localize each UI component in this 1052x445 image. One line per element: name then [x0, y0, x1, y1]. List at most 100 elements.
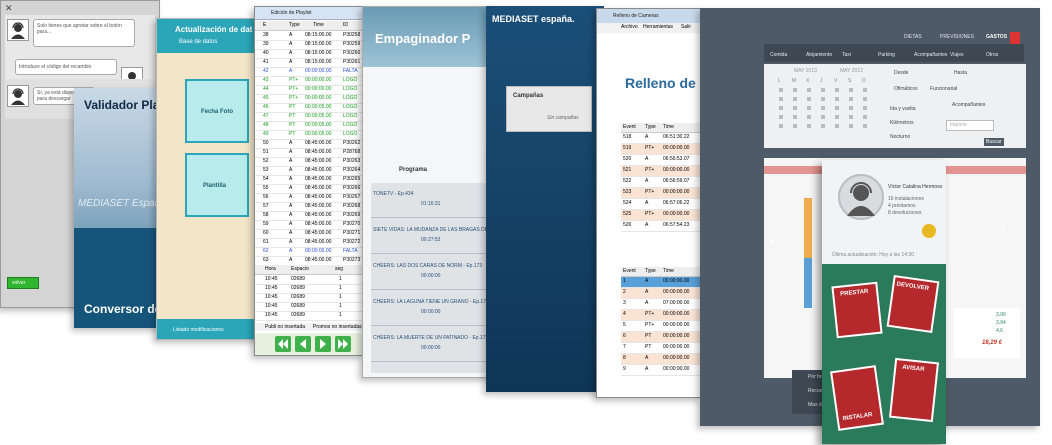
program-item[interactable]: CHEERS: LA MUERTE DE UN PATINADO - Ep.17… [371, 327, 489, 362]
link-previsiones[interactable]: PREVISIONES [940, 34, 974, 40]
importe-input[interactable]: Importe [946, 120, 994, 131]
nav-item-2[interactable]: Taxi [842, 52, 851, 58]
table-cell: 00:00:00.00 [305, 86, 332, 92]
calendar-day[interactable] [821, 106, 825, 110]
calendar-day[interactable] [835, 97, 839, 101]
table-row[interactable]: 7 PT 00:00:00.00 [621, 343, 701, 354]
table-cell: 08:45:00.00 [305, 149, 332, 155]
table-row[interactable]: 10:45 02689 1 [255, 311, 363, 321]
table-row[interactable]: 1 A 00:00:00.00 [621, 277, 701, 288]
table-row[interactable]: 523 PT+ 00:00:00.00 [621, 188, 701, 199]
plantilla-tile[interactable]: Plantilla [185, 153, 249, 217]
first-button[interactable] [275, 336, 291, 352]
table-cell: 02689 [291, 303, 305, 309]
nav-item-5[interactable]: Viajes [950, 52, 964, 58]
table-row[interactable]: 524 A 06:57:06.22 [621, 199, 701, 210]
calendar-day[interactable] [863, 115, 867, 119]
nav-item-1[interactable]: Alojamiento [806, 52, 832, 58]
link-gastos[interactable]: GASTOS [986, 34, 1007, 40]
calendar-day[interactable] [793, 124, 797, 128]
last-button[interactable] [335, 336, 351, 352]
nav-item-3[interactable]: Parking [878, 52, 895, 58]
carousel-prev-arrow[interactable]: ‹ [770, 232, 775, 250]
calendar-day[interactable] [779, 115, 783, 119]
nav-item-4[interactable]: Acompañantes [914, 52, 947, 58]
calendar-day[interactable] [821, 88, 825, 92]
calendar-day[interactable] [807, 97, 811, 101]
calendar-day[interactable] [863, 106, 867, 110]
calendar-day[interactable] [849, 106, 853, 110]
table-row[interactable]: 521 PT+ 00:00:00.00 [621, 166, 701, 177]
calendar-day[interactable] [849, 97, 853, 101]
tab-promos[interactable]: Promos no insertadas [313, 324, 362, 330]
link-dietas[interactable]: DIETAS [904, 34, 922, 40]
timeline-bar-blue [804, 258, 812, 308]
menu-archivo[interactable]: Archivo [621, 24, 638, 30]
calendar-day[interactable] [793, 106, 797, 110]
calendar-day[interactable] [821, 115, 825, 119]
table-cell: PT+ [645, 189, 655, 195]
calendar-day[interactable] [779, 124, 783, 128]
table-row[interactable]: 526 A 06:57:54.23 [621, 221, 701, 232]
table-row[interactable]: 2 A 00:00:00.00 [621, 288, 701, 299]
calendar-day[interactable] [835, 115, 839, 119]
nav-item-6[interactable]: Otros [986, 52, 998, 58]
table-row[interactable]: 522 A 06:56:59.07 [621, 177, 701, 188]
calendar-day[interactable] [793, 88, 797, 92]
calendar-day[interactable] [807, 88, 811, 92]
table-row[interactable]: 525 PT+ 00:00:00.00 [621, 210, 701, 221]
calendar-day[interactable] [849, 115, 853, 119]
table-row[interactable]: 8 A 00:00:00.00 [621, 354, 701, 365]
carousel-next-arrow[interactable]: › [1000, 220, 1005, 238]
avisar-button[interactable]: AVISAR [888, 357, 940, 423]
calendar-day[interactable] [807, 106, 811, 110]
instalar-button[interactable]: INSTALAR [830, 365, 884, 431]
calendar-day[interactable] [849, 124, 853, 128]
table-row[interactable]: 3 A 07:00:00.00 [621, 299, 701, 310]
prestar-button[interactable]: PRESTAR [831, 281, 883, 339]
menu-herramientas[interactable]: Herramientas [643, 24, 673, 30]
table-row[interactable]: 518 A 06:51:30.22 [621, 133, 701, 144]
calendar-day[interactable] [793, 97, 797, 101]
devolver-button[interactable]: DEVOLVER [886, 275, 940, 333]
tab-publi[interactable]: Publi no insertada [265, 324, 305, 330]
calendar-day[interactable] [849, 88, 853, 92]
calendar-day[interactable] [863, 88, 867, 92]
menu-salir[interactable]: Salir [681, 24, 691, 30]
table-row[interactable]: 4 PT+ 00:00:00.00 [621, 310, 701, 321]
calendar-day[interactable] [821, 97, 825, 101]
calendar-day[interactable] [779, 88, 783, 92]
table-cell: A [645, 156, 649, 162]
next-button[interactable] [315, 336, 331, 352]
nav-item-0[interactable]: Comida [770, 52, 787, 58]
calendar-day[interactable] [779, 97, 783, 101]
table-row[interactable]: 9 A 00:00:00.00 [621, 365, 701, 376]
calendar-day[interactable] [807, 115, 811, 119]
volver-button[interactable]: volver [7, 277, 39, 289]
close-icon[interactable]: ✕ [5, 3, 13, 14]
program-item[interactable]: SIETE VIDAS: LA MUDANZA DE LAS BRAGAS DE… [371, 219, 489, 254]
program-item[interactable]: CHEERS: LA LAGUNA TIENE UN GRANO - Ep.17… [371, 291, 489, 326]
calendar-day[interactable] [779, 106, 783, 110]
fecha-foto-tile[interactable]: Fecha Foto [185, 79, 249, 143]
buscar-button[interactable]: Buscar [984, 138, 1004, 146]
program-item[interactable]: CHEERS: LAS DOS CARAS DE NORM - Ep.173 00… [371, 255, 489, 290]
table-row[interactable]: 520 A 06:56:53.07 [621, 155, 701, 166]
calendar-day[interactable] [863, 97, 867, 101]
calendar-day[interactable] [863, 124, 867, 128]
program-item[interactable]: TONETV - Ep.434 01:16:31 [371, 183, 489, 218]
prev-button[interactable] [295, 336, 311, 352]
calendar-day[interactable] [793, 115, 797, 119]
calendar-day[interactable] [835, 124, 839, 128]
calendar-day[interactable] [835, 88, 839, 92]
table-row[interactable]: 6 PT 00:00:00.00 [621, 332, 701, 343]
calendar-day[interactable] [807, 124, 811, 128]
program-time: 00:27:53 [421, 237, 441, 243]
table-cell: 10:45 [265, 303, 278, 309]
calendar-day[interactable] [835, 106, 839, 110]
table-row[interactable]: 5 PT+ 00:00:00.00 [621, 321, 701, 332]
calendar-day[interactable] [821, 124, 825, 128]
table-cell: 02689 [291, 294, 305, 300]
red-flag-icon [1010, 32, 1020, 44]
table-row[interactable]: 519 PT+ 00:00:00.00 [621, 144, 701, 155]
